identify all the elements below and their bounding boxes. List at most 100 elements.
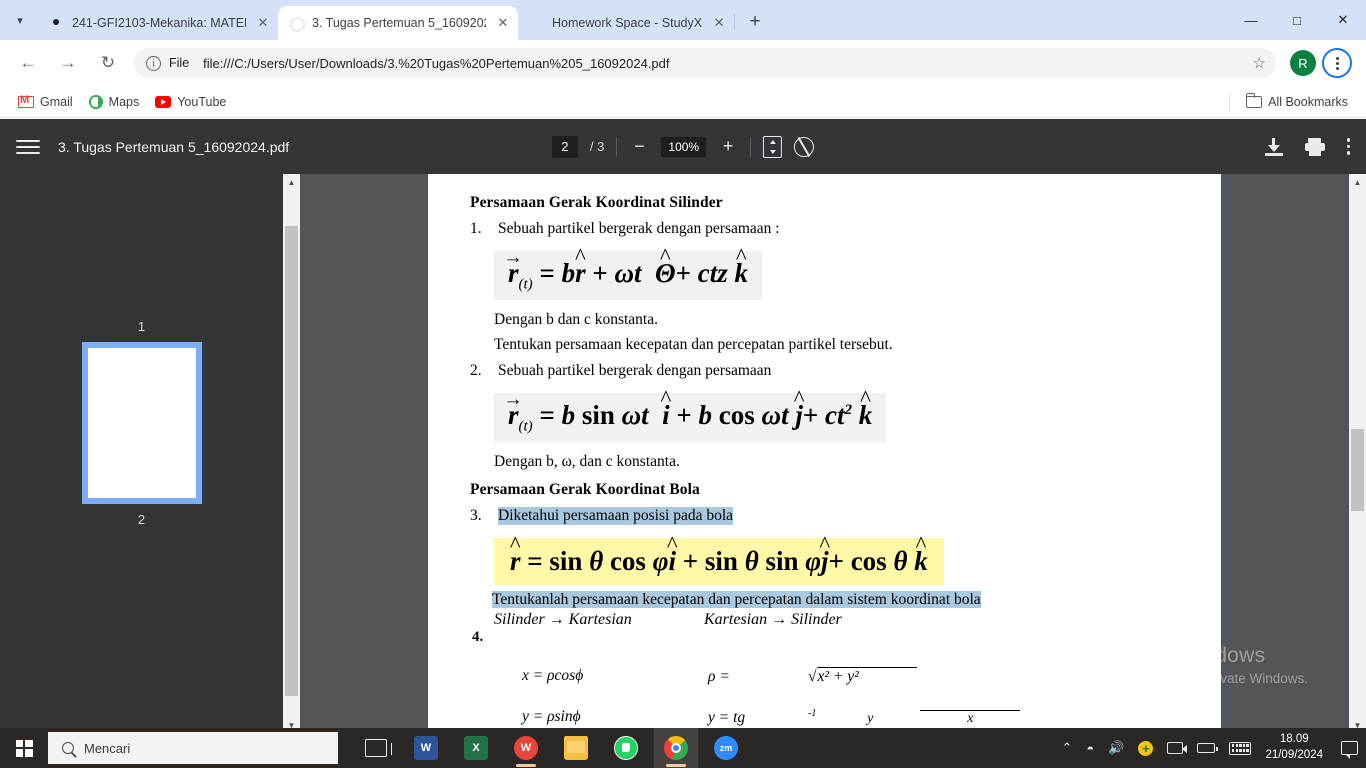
window-controls: — □ ✕ <box>1228 0 1366 40</box>
scrollbar-thumb[interactable] <box>285 226 298 696</box>
divider <box>1229 93 1231 110</box>
conversion-table-block: 4. Silinder → Kartesian Kartesian → Sili… <box>470 611 1181 734</box>
fit-page-icon[interactable] <box>763 135 783 158</box>
address-bar[interactable]: i File file:///C:/Users/User/Downloads/3… <box>134 48 1276 78</box>
note-1: Dengan b dan c konstanta. <box>494 310 658 328</box>
thumbnail-page-2[interactable] <box>81 342 202 504</box>
taskbar-item-wps-office[interactable]: W <box>504 728 548 768</box>
whatsapp-icon <box>614 736 638 760</box>
scheme-label: File <box>169 56 190 70</box>
clock[interactable]: 18.09 21/09/2024 <box>1265 732 1323 763</box>
chrome-menu-icon[interactable] <box>1322 48 1352 78</box>
new-tab-button[interactable]: + <box>741 8 769 36</box>
divider <box>750 136 752 157</box>
conversion-rows: x = ρcosϕ ρ = √x² + y² y = ρsinϕ y = tg -… <box>494 666 1181 734</box>
moodle-icon <box>48 15 64 31</box>
all-bookmarks-button[interactable]: All Bookmarks <box>1238 92 1356 112</box>
forward-icon[interactable]: → <box>52 47 84 79</box>
close-window-button[interactable]: ✕ <box>1320 0 1366 40</box>
list-number: 3. <box>470 506 482 524</box>
tab-close-icon[interactable]: ✕ <box>254 14 272 32</box>
list-number: 2. <box>470 361 482 379</box>
avatar[interactable]: R <box>1290 50 1316 76</box>
browser-toolbar: ← → ↻ i File file:///C:/Users/User/Downl… <box>0 40 1366 86</box>
thumbnail-scrollbar[interactable]: ▲ ▼ <box>283 174 300 734</box>
taskbar-item-file-explorer[interactable] <box>554 728 598 768</box>
gmail-icon <box>18 94 34 108</box>
reload-icon[interactable]: ↻ <box>92 47 124 79</box>
list-number: 1. <box>470 220 482 237</box>
taskbar-search-input[interactable]: Mencari <box>48 732 338 764</box>
tab-divider <box>734 14 736 30</box>
battery-icon[interactable] <box>1197 743 1219 753</box>
scroll-up-icon[interactable]: ▲ <box>283 174 300 191</box>
studyx-icon <box>528 15 544 31</box>
print-icon[interactable] <box>1304 137 1325 156</box>
tab-search-icon[interactable]: ▾ <box>6 6 34 34</box>
back-icon[interactable]: ← <box>12 47 44 79</box>
zoom-level[interactable]: 100% <box>661 136 707 157</box>
document-area: Persamaan Gerak Koordinat Silinder 1. Se… <box>300 174 1366 734</box>
scrollbar-thumb[interactable] <box>1351 429 1364 511</box>
taskbar-items: W X W zm <box>354 728 748 768</box>
taskbar-item-whatsapp[interactable] <box>604 728 648 768</box>
note-3: Dengan b, ω, dan c konstanta. <box>494 452 680 470</box>
conversion-table-header: Silinder → Kartesian Kartesian → Silinde… <box>494 611 1181 629</box>
pdf-toolbar: 3. Tugas Pertemuan 5_16092024.pdf 2 / 3 … <box>0 119 1366 174</box>
taskbar-item-google-chrome[interactable] <box>654 728 698 768</box>
kebab-menu-icon[interactable] <box>1346 138 1350 155</box>
col-header-right: Kartesian → Silinder <box>704 610 842 628</box>
taskbar-item-task-view[interactable] <box>354 728 398 768</box>
thumbnail-pane: 1 2 <box>0 174 283 734</box>
bookmark-youtube[interactable]: YouTube <box>147 92 234 112</box>
cell-left: x = ρcosϕ <box>522 666 584 684</box>
tab-close-icon[interactable]: ✕ <box>494 14 512 32</box>
minimize-button[interactable]: — <box>1228 0 1274 40</box>
tab-moodle[interactable]: 241-GFI2103-Mekanika: MATER ✕ <box>38 6 278 40</box>
speaker-icon[interactable]: 🔊 <box>1108 740 1124 756</box>
site-info-icon[interactable]: i <box>146 55 161 71</box>
wifi-icon[interactable]: ◓ <box>1086 741 1094 756</box>
zoom-in-button[interactable]: + <box>718 136 738 157</box>
scroll-up-icon[interactable]: ▲ <box>1349 174 1366 191</box>
folder-icon <box>564 736 588 760</box>
bookmark-star-icon[interactable]: ☆ <box>1253 54 1266 72</box>
clock-time: 18.09 <box>1279 733 1309 746</box>
table-row: y = ρsinϕ y = tg -1 yx <box>494 708 1181 727</box>
wps-icon: W <box>514 736 538 760</box>
taskbar-item-zoom[interactable]: zm <box>704 728 748 768</box>
rotate-icon[interactable] <box>794 136 815 157</box>
pdf-page-controls: 2 / 3 − 100% + <box>551 135 815 158</box>
tab-strip: ▾ 241-GFI2103-Mekanika: MATER ✕ 3. Tugas… <box>0 0 1366 40</box>
page-count: / 3 <box>589 139 605 154</box>
windows-taskbar: Mencari W X W zm ⌃ ◓ 🔊 + 18.09 21/09/202… <box>0 728 1366 768</box>
camera-icon[interactable] <box>1167 742 1188 754</box>
zoom-out-button[interactable]: − <box>629 136 649 157</box>
download-icon[interactable] <box>1264 137 1283 156</box>
tab-pdf[interactable]: 3. Tugas Pertemuan 5_16092024 ✕ <box>278 6 518 40</box>
tab-studyx[interactable]: Homework Space - StudyX ✕ <box>518 6 734 40</box>
thumbnail-number: 1 <box>137 319 146 334</box>
notification-icon[interactable] <box>1341 741 1358 759</box>
page-number-input[interactable]: 2 <box>551 135 578 158</box>
section-heading-bola: Persamaan Gerak Koordinat Bola <box>470 480 700 498</box>
list-item-3: 3. Diketahui persamaan posisi pada bola <box>470 506 1181 525</box>
update-icon[interactable] <box>1138 740 1154 756</box>
maximize-button[interactable]: □ <box>1274 0 1320 40</box>
show-hidden-icons-icon[interactable]: ⌃ <box>1061 740 1072 756</box>
document-scrollbar[interactable]: ▲ ▼ <box>1349 174 1366 734</box>
tab-close-icon[interactable]: ✕ <box>710 14 728 32</box>
bookmark-maps[interactable]: Maps <box>81 92 148 112</box>
tab-title: 3. Tugas Pertemuan 5_16092024 <box>312 16 486 30</box>
start-button[interactable] <box>0 728 48 768</box>
tab-title: 241-GFI2103-Mekanika: MATER <box>72 16 246 30</box>
taskbar-item-excel[interactable]: X <box>454 728 498 768</box>
taskbar-item-word[interactable]: W <box>404 728 448 768</box>
windows-logo-icon <box>15 739 33 757</box>
browser-window: ▾ 241-GFI2103-Mekanika: MATER ✕ 3. Tugas… <box>0 0 1366 768</box>
keyboard-icon[interactable] <box>1229 741 1252 755</box>
hamburger-icon[interactable] <box>16 139 40 154</box>
excel-icon: X <box>464 736 488 760</box>
bookmark-gmail[interactable]: Gmail <box>10 92 81 112</box>
list-text: Sebuah partikel bergerak dengan persamaa… <box>498 361 772 379</box>
